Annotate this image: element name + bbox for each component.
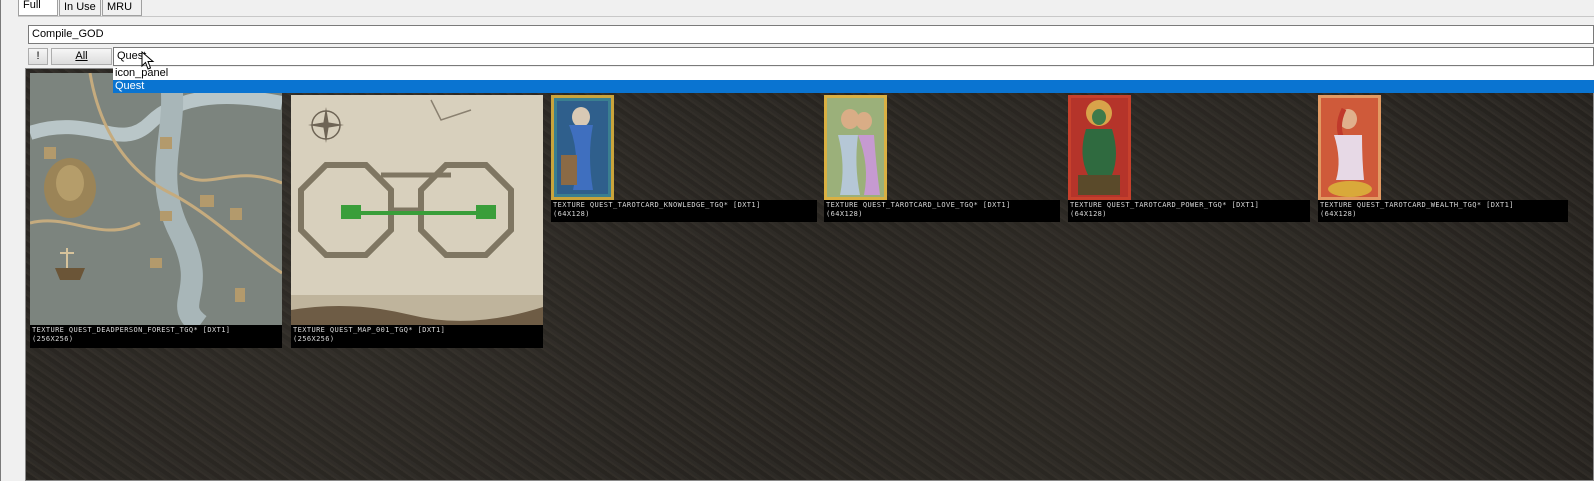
left-border [0,0,1,481]
mouse-cursor-icon [141,51,155,70]
tab-full[interactable]: Full [18,0,58,16]
texture-tile[interactable]: TEXTURE QUEST_MAP_001_TGQ* [DXT1] (256X2… [291,95,543,349]
tab-mru[interactable]: MRU [102,0,142,16]
texture-caption: TEXTURE QUEST_MAP_001_TGQ* [DXT1] (256X2… [291,325,543,348]
texture-tile[interactable]: TEXTURE QUEST_TAROTCARD_POWER_TGQ* [DXT1… [1068,95,1310,222]
texture-thumbnail [1318,95,1381,200]
dropdown-item-icon-panel[interactable]: icon_panel [113,67,1594,80]
compile-field[interactable]: Compile_GOD [28,25,1594,44]
texture-caption: TEXTURE QUEST_TAROTCARD_LOVE_TGQ* [DXT1]… [824,200,1060,222]
texture-thumbnail [30,73,282,325]
texture-thumbnail [551,95,614,200]
texture-caption: TEXTURE QUEST_TAROTCARD_KNOWLEDGE_TGQ* [… [551,200,817,222]
texture-caption: TEXTURE QUEST_TAROTCARD_POWER_TGQ* [DXT1… [1068,200,1310,222]
texture-tile[interactable]: TEXTURE QUEST_TAROTCARD_KNOWLEDGE_TGQ* [… [551,95,817,222]
texture-thumbnail [1068,95,1131,200]
dropdown-item-quest[interactable]: Quest [113,80,1594,93]
bang-button[interactable]: ! [28,48,48,65]
filter-dropdown-list: icon_panel Quest [113,67,1594,93]
texture-viewer[interactable]: TEXTURE QUEST_DEADPERSON_FOREST_TGQ* [DX… [25,68,1594,481]
texture-tile[interactable]: TEXTURE QUEST_TAROTCARD_LOVE_TGQ* [DXT1]… [824,95,1060,222]
texture-caption: TEXTURE QUEST_TAROTCARD_WEALTH_TGQ* [DXT… [1318,200,1568,222]
texture-thumbnail [824,95,887,200]
tab-divider [18,16,1594,17]
all-button[interactable]: All [51,48,112,65]
texture-tile[interactable]: TEXTURE QUEST_DEADPERSON_FOREST_TGQ* [DX… [30,73,282,349]
tab-in-use[interactable]: In Use [59,0,101,16]
texture-caption: TEXTURE QUEST_DEADPERSON_FOREST_TGQ* [DX… [30,325,282,348]
texture-tile[interactable]: TEXTURE QUEST_TAROTCARD_WEALTH_TGQ* [DXT… [1318,95,1568,222]
texture-thumbnail [291,95,543,325]
filter-input[interactable]: Quest [113,47,1594,66]
